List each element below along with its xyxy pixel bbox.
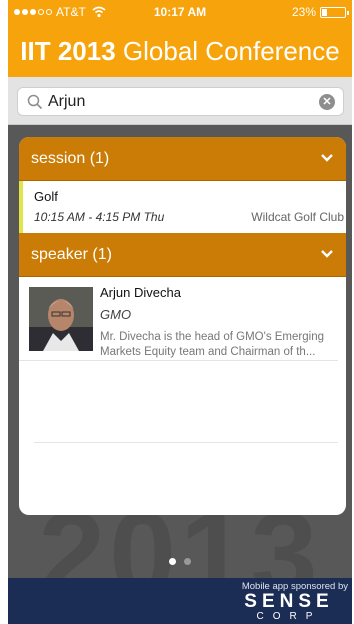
page-dot-active[interactable] bbox=[169, 558, 176, 565]
session-item[interactable]: Golf 10:15 AM - 4:15 PM Thu Wildcat Golf… bbox=[19, 181, 346, 233]
speaker-details: Arjun Divecha GMO Mr. Divecha is the hea… bbox=[100, 285, 344, 360]
person-icon bbox=[29, 287, 93, 351]
section-header-session[interactable]: session (1) bbox=[19, 137, 346, 181]
speaker-photo bbox=[29, 287, 93, 351]
battery-percent: 23% bbox=[291, 5, 316, 19]
speaker-name: Arjun Divecha bbox=[100, 285, 181, 300]
sponsor-sub: CORP bbox=[256, 611, 322, 622]
battery-status: 23% bbox=[291, 5, 349, 19]
app-screen: AT&T 10:17 AM 23% IIT 2013 Global Confer… bbox=[8, 0, 352, 624]
sponsor-name: SENSE bbox=[244, 591, 334, 612]
session-title: Golf bbox=[34, 189, 58, 204]
section-title-speaker: speaker (1) bbox=[31, 245, 112, 263]
search-results-card: session (1) Golf 10:15 AM - 4:15 PM Thu … bbox=[19, 137, 346, 515]
section-header-speaker[interactable]: speaker (1) bbox=[19, 233, 346, 277]
search-icon bbox=[27, 94, 43, 110]
app-title-rest: Global Conference bbox=[122, 36, 340, 66]
search-box[interactable]: ✕ bbox=[17, 87, 344, 116]
page-dot[interactable] bbox=[184, 558, 191, 565]
section-title-session: session (1) bbox=[31, 149, 110, 167]
search-input[interactable] bbox=[48, 92, 308, 112]
app-header: AT&T 10:17 AM 23% IIT 2013 Global Confer… bbox=[8, 0, 352, 77]
speaker-bio: Mr. Divecha is the head of GMO's Emergin… bbox=[100, 331, 324, 358]
sponsor-footer[interactable]: Mobile app sponsored by SENSE CORP bbox=[8, 578, 352, 624]
chevron-down-icon bbox=[321, 154, 333, 162]
app-title-bold: IIT 2013 bbox=[20, 36, 116, 66]
chevron-down-icon bbox=[321, 250, 333, 258]
app-title: IIT 2013 Global Conference bbox=[8, 36, 352, 67]
page-indicator[interactable] bbox=[8, 558, 352, 565]
search-bar: ✕ bbox=[8, 77, 352, 125]
status-bar: AT&T 10:17 AM 23% bbox=[8, 0, 352, 22]
battery-icon bbox=[320, 6, 349, 18]
speaker-organization: GMO bbox=[100, 307, 132, 322]
clear-search-icon[interactable]: ✕ bbox=[319, 94, 335, 110]
divider bbox=[34, 442, 338, 443]
speaker-item[interactable]: Arjun Divecha GMO Mr. Divecha is the hea… bbox=[19, 277, 338, 361]
sponsor-logo: SENSE CORP bbox=[230, 592, 348, 622]
session-location: Wildcat Golf Club bbox=[251, 210, 344, 224]
